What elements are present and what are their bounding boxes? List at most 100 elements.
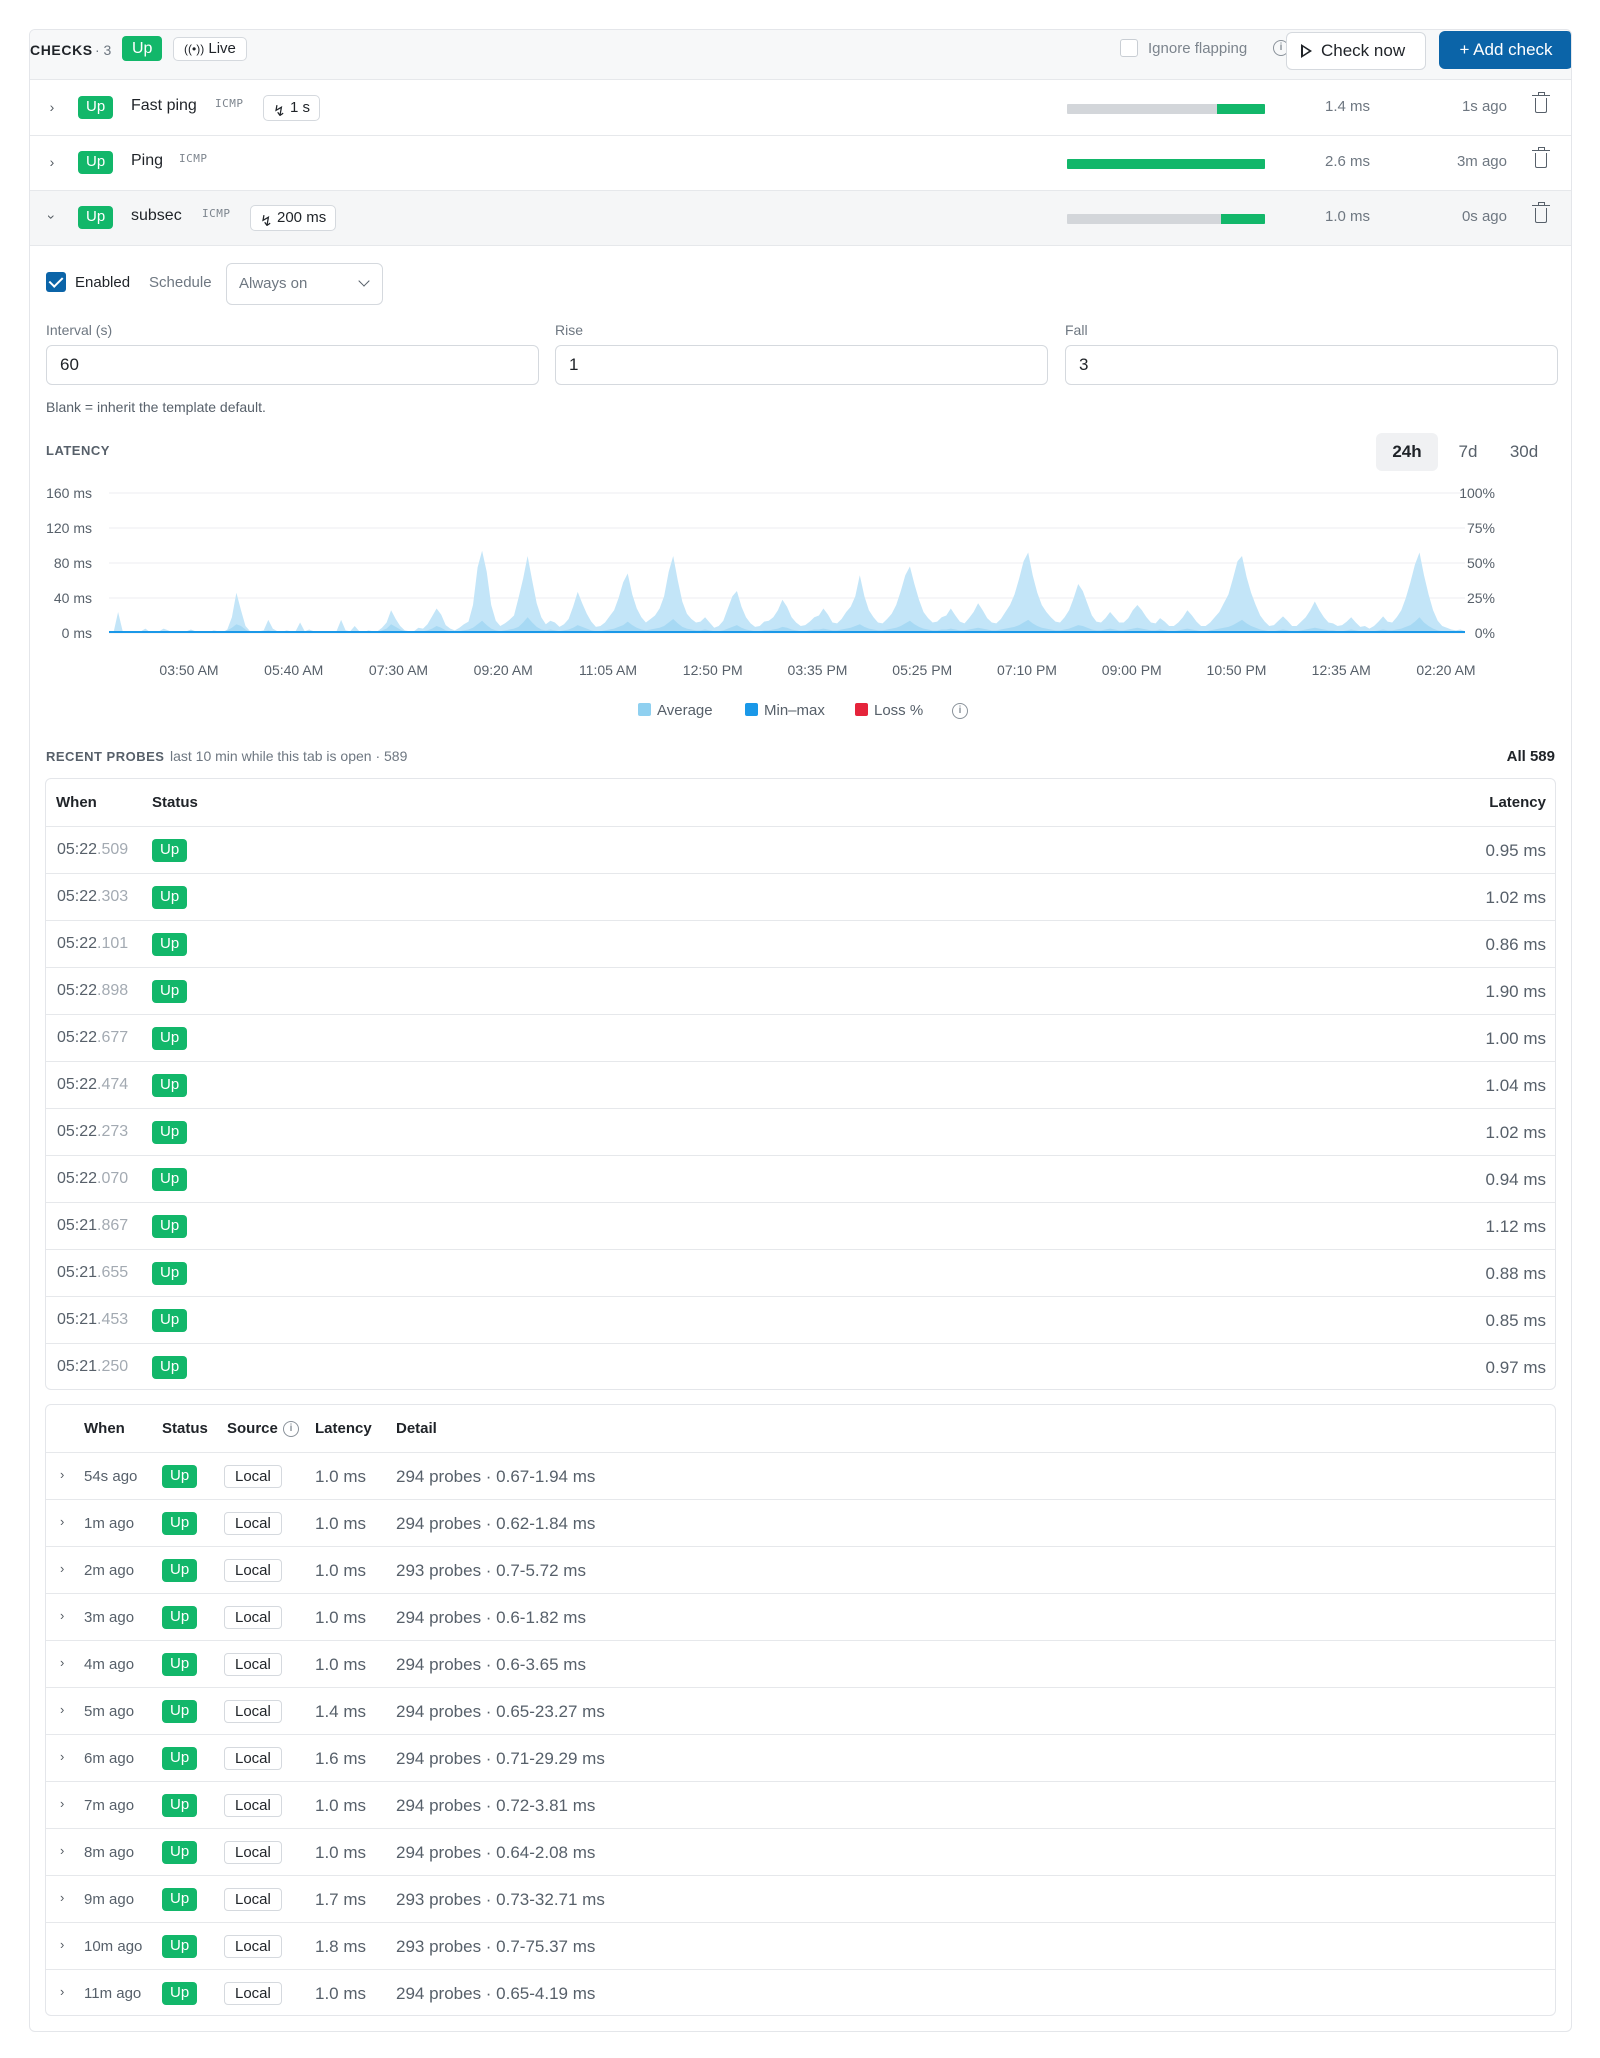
interval-chip: ↯ 200 ms bbox=[250, 205, 337, 231]
y2-tick-label: 75% bbox=[1467, 520, 1495, 536]
history-when: 6m ago bbox=[84, 1750, 135, 1767]
status-badge: Up bbox=[152, 1074, 188, 1097]
checks-header: CHECKS · 3 Up ((•)) Live Ignore flapping… bbox=[30, 30, 1571, 80]
tab-7d[interactable]: 7d bbox=[1444, 433, 1492, 471]
history-detail: 294 probes · 0.67-1.94 ms bbox=[396, 1467, 596, 1486]
chevron-right-icon[interactable]: › bbox=[60, 1514, 64, 1529]
history-detail: 294 probes · 0.6-1.82 ms bbox=[396, 1608, 586, 1627]
status-badge: Up bbox=[152, 1121, 188, 1144]
check-row-ping[interactable]: › Up Ping ICMP 2.6 ms 3m ago bbox=[30, 136, 1571, 191]
table-row[interactable]: › 11m ago Up Local 1.0 ms 294 probes · 0.65-4… bbox=[46, 1970, 1555, 2015]
enabled-checkbox[interactable] bbox=[46, 272, 66, 292]
probe-latency: 1.90 ms bbox=[1485, 982, 1546, 1001]
info-icon[interactable]: i bbox=[283, 1421, 299, 1437]
table-row[interactable]: › 3m ago Up Local 1.0 ms 294 probes · 0.6-1.8… bbox=[46, 1594, 1555, 1641]
info-icon[interactable]: i bbox=[952, 703, 968, 719]
rise-input[interactable]: 1 bbox=[555, 345, 1048, 385]
history-latency: 1.0 ms bbox=[315, 1514, 367, 1533]
y-tick-label: 40 ms bbox=[54, 590, 92, 606]
table-row[interactable]: › 6m ago Up Local 1.6 ms 294 probes · 0.71-29… bbox=[46, 1735, 1555, 1782]
history-latency: 1.0 ms bbox=[315, 1984, 367, 2003]
probe-latency: 0.85 ms bbox=[1485, 1311, 1546, 1330]
table-row[interactable]: › 4m ago Up Local 1.0 ms 294 probes · 0.6-3.6… bbox=[46, 1641, 1555, 1688]
status-badge: Up bbox=[152, 933, 188, 956]
status-badge: Up bbox=[152, 839, 188, 862]
interval-input[interactable]: 60 bbox=[46, 345, 539, 385]
live-toggle[interactable]: ((•)) Live bbox=[173, 37, 247, 61]
history-table: When Status Source i Latency Detail › 54s… bbox=[45, 1404, 1556, 2016]
chevron-right-icon[interactable]: › bbox=[60, 1702, 64, 1717]
table-row: 05:22.070 Up 0.94 ms bbox=[46, 1156, 1555, 1203]
y-tick-label: 120 ms bbox=[46, 520, 92, 536]
chevron-right-icon[interactable]: › bbox=[60, 1655, 64, 1670]
chevron-right-icon[interactable]: › bbox=[60, 1608, 64, 1623]
fall-input[interactable]: 3 bbox=[1065, 345, 1558, 385]
history-latency: 1.0 ms bbox=[315, 1843, 367, 1862]
check-row-subsec[interactable]: › Up subsec ICMP ↯ 200 ms 1.0 ms 0s ago bbox=[30, 191, 1571, 246]
source-chip: Local bbox=[224, 1747, 282, 1770]
chevron-right-icon[interactable]: › bbox=[60, 1749, 64, 1764]
table-row[interactable]: › 1m ago Up Local 1.0 ms 294 probes · 0.62-1.… bbox=[46, 1500, 1555, 1547]
probe-time-ms: .655 bbox=[97, 1264, 129, 1281]
chevron-right-icon[interactable]: › bbox=[60, 1984, 64, 1999]
table-row[interactable]: › 7m ago Up Local 1.0 ms 294 probes · 0.72-3.… bbox=[46, 1782, 1555, 1829]
probe-time-main: 05:22 bbox=[57, 841, 98, 858]
status-badge: Up bbox=[162, 1465, 198, 1488]
recent-probes-title: RECENT PROBES bbox=[46, 749, 165, 764]
uptime-bar bbox=[1067, 104, 1265, 114]
trash-icon[interactable] bbox=[1532, 147, 1550, 168]
source-chip: Local bbox=[224, 1606, 282, 1629]
table-row[interactable]: › 9m ago Up Local 1.7 ms 293 probes · 0.73-32… bbox=[46, 1876, 1555, 1923]
probe-latency: 0.97 ms bbox=[1485, 1358, 1546, 1377]
chevron-right-icon[interactable]: › bbox=[45, 154, 59, 170]
source-chip: Local bbox=[224, 1935, 282, 1958]
chevron-right-icon[interactable]: › bbox=[45, 99, 59, 115]
table-row[interactable]: › 10m ago Up Local 1.8 ms 293 probes · 0.7-75… bbox=[46, 1923, 1555, 1970]
table-header: When Status Latency bbox=[46, 779, 1555, 827]
status-badge: Up bbox=[162, 1606, 198, 1629]
probe-time-main: 05:21 bbox=[57, 1217, 98, 1234]
chevron-right-icon[interactable]: › bbox=[60, 1467, 64, 1482]
check-row-fast-ping[interactable]: › Up Fast ping ICMP ↯ 1 s 1.4 ms 1s ago bbox=[30, 81, 1571, 136]
chevron-down-icon[interactable]: › bbox=[44, 210, 60, 224]
checks-panel: CHECKS · 3 Up ((•)) Live Ignore flapping… bbox=[29, 29, 1572, 2032]
chevron-right-icon[interactable]: › bbox=[60, 1561, 64, 1576]
add-check-button[interactable]: + Add check bbox=[1439, 31, 1571, 69]
y2-tick-label: 0% bbox=[1475, 625, 1495, 641]
status-badge: Up bbox=[162, 1888, 198, 1911]
column-when: When bbox=[56, 794, 97, 811]
column-latency: Latency bbox=[1489, 794, 1546, 811]
ignore-flapping-checkbox[interactable] bbox=[1120, 39, 1138, 57]
ignore-flapping-label: Ignore flapping bbox=[1148, 40, 1248, 57]
tab-24h[interactable]: 24h bbox=[1376, 433, 1438, 471]
probe-time: 05:22.509 bbox=[57, 841, 128, 859]
chevron-right-icon[interactable]: › bbox=[60, 1843, 64, 1858]
all-probes-link[interactable]: All 589 bbox=[1507, 748, 1555, 765]
table-row[interactable]: › 2m ago Up Local 1.0 ms 293 probes · 0.7-5.7… bbox=[46, 1547, 1555, 1594]
status-badge: Up bbox=[152, 1309, 188, 1332]
probe-time: 05:22.303 bbox=[57, 888, 128, 906]
chevron-right-icon[interactable]: › bbox=[60, 1890, 64, 1905]
table-row[interactable]: › 8m ago Up Local 1.0 ms 294 probes · 0.64-2.… bbox=[46, 1829, 1555, 1876]
x-tick-label: 03:50 AM bbox=[159, 662, 218, 678]
probe-time: 05:22.273 bbox=[57, 1123, 128, 1141]
check-protocol: ICMP bbox=[202, 207, 231, 220]
trash-icon[interactable] bbox=[1532, 202, 1550, 223]
table-row: 05:22.101 Up 0.86 ms bbox=[46, 921, 1555, 968]
chevron-right-icon[interactable]: › bbox=[60, 1796, 64, 1811]
schedule-select[interactable]: Always on bbox=[226, 263, 383, 305]
trash-icon[interactable] bbox=[1532, 92, 1550, 113]
table-row[interactable]: › 5m ago Up Local 1.4 ms 294 probes · 0.65-23… bbox=[46, 1688, 1555, 1735]
history-detail: 294 probes · 0.72-3.81 ms bbox=[396, 1796, 596, 1815]
table-row[interactable]: › 54s ago Up Local 1.0 ms 294 probes · 0.67-1… bbox=[46, 1453, 1555, 1500]
probe-time: 05:21.655 bbox=[57, 1264, 128, 1282]
history-latency: 1.0 ms bbox=[315, 1467, 367, 1486]
probe-time: 05:22.474 bbox=[57, 1076, 128, 1094]
check-now-button[interactable]: Check now bbox=[1286, 32, 1426, 70]
probe-latency: 1.02 ms bbox=[1485, 1123, 1546, 1142]
history-when: 11m ago bbox=[84, 1985, 142, 2002]
source-chip: Local bbox=[224, 1512, 282, 1535]
check-protocol: ICMP bbox=[215, 97, 244, 110]
chevron-right-icon[interactable]: › bbox=[60, 1937, 64, 1952]
tab-30d[interactable]: 30d bbox=[1498, 433, 1550, 471]
